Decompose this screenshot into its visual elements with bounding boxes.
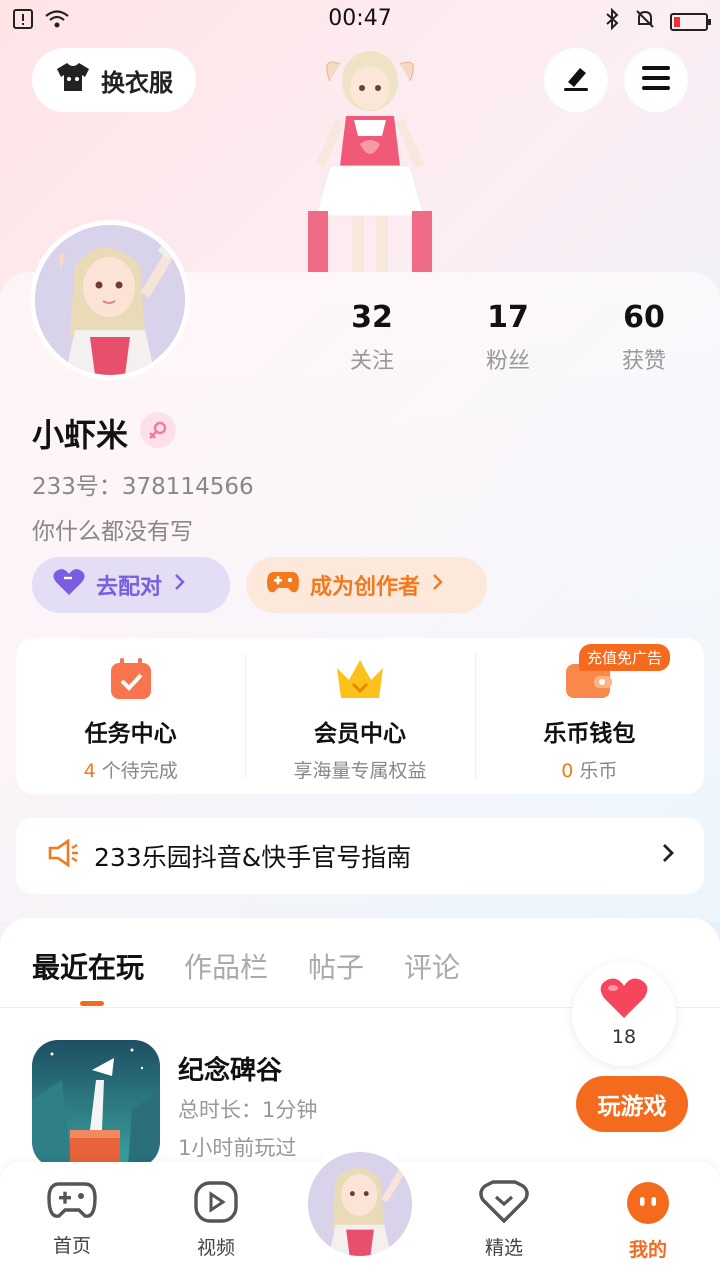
user-name: 小虾米 xyxy=(32,416,129,454)
like-count: 18 xyxy=(611,1026,637,1048)
stat-fans-count: 17 xyxy=(487,300,529,335)
stat-following-label: 关注 xyxy=(349,349,394,374)
announcement-text: 233乐园抖音&快手官号指南 xyxy=(94,843,412,872)
gamepad-icon xyxy=(47,1182,97,1227)
megaphone-icon xyxy=(46,838,80,874)
announcement-banner[interactable]: 233乐园抖音&快手官号指南 xyxy=(16,818,704,894)
nav-avatar xyxy=(308,1152,412,1256)
like-button[interactable]: 18 xyxy=(572,962,676,1066)
nav-featured-label: 精选 xyxy=(484,1237,523,1259)
stat-likes-count: 60 xyxy=(623,300,665,335)
nav-video[interactable]: 视频 xyxy=(166,1180,266,1260)
stat-likes[interactable]: 60 获赞 xyxy=(584,300,704,375)
crown-icon xyxy=(333,660,387,706)
match-label: 去配对 xyxy=(96,575,163,600)
task-center-title: 任务中心 xyxy=(84,721,177,747)
nav-video-label: 视频 xyxy=(196,1237,235,1259)
game-icon[interactable] xyxy=(32,1040,160,1168)
become-creator-button[interactable]: 成为创作者 xyxy=(246,557,487,613)
coin-wallet-title: 乐币钱包 xyxy=(543,721,636,747)
stat-fans-label: 粉丝 xyxy=(485,349,530,374)
task-center-entry[interactable]: 任务中心 4 个待完成 xyxy=(16,638,245,794)
coin-wallet-subtitle: 0 乐币 xyxy=(561,760,618,782)
mute-icon xyxy=(634,8,656,36)
user-bio: 你什么都没有写 xyxy=(32,519,193,545)
stat-following[interactable]: 32 关注 xyxy=(312,300,432,375)
change-outfit-button[interactable]: 换衣服 xyxy=(32,48,196,112)
chevron-right-icon xyxy=(430,572,444,598)
menu-button[interactable] xyxy=(624,48,688,112)
tab-recent-played[interactable]: 最近在玩 xyxy=(32,946,144,986)
user-id: 233号：378114566 xyxy=(32,474,254,500)
tab-works[interactable]: 作品栏 xyxy=(184,946,268,986)
heart-icon xyxy=(52,567,86,603)
calendar-check-icon xyxy=(108,658,154,706)
content-tabs: 最近在玩 作品栏 帖子 评论 xyxy=(32,946,460,986)
avatar[interactable] xyxy=(30,220,190,380)
battery-icon xyxy=(670,13,711,31)
stat-likes-label: 获赞 xyxy=(621,349,666,374)
change-outfit-label: 换衣服 xyxy=(101,68,173,97)
tshirt-icon xyxy=(55,61,91,99)
smile-face-icon xyxy=(625,1182,671,1231)
nav-featured[interactable]: 精选 xyxy=(454,1180,554,1260)
tab-comments[interactable]: 评论 xyxy=(404,946,460,986)
nav-home-label: 首页 xyxy=(52,1235,91,1257)
nav-mine[interactable]: 我的 xyxy=(598,1180,698,1262)
nav-mine-label: 我的 xyxy=(628,1239,667,1261)
game-title[interactable]: 纪念碑谷 xyxy=(178,1050,282,1087)
feature-panel: 任务中心 4 个待完成 会员中心 享海量专属权益 充值免广告 乐币钱包 0 乐币 xyxy=(16,638,704,794)
game-duration: 总时长：1分钟 xyxy=(178,1098,318,1122)
wallet-promo-badge: 充值免广告 xyxy=(578,644,670,671)
nav-home[interactable]: 首页 xyxy=(22,1180,122,1258)
match-button[interactable]: 去配对 xyxy=(32,557,230,613)
heart-box-icon xyxy=(479,1180,529,1229)
tab-posts[interactable]: 帖子 xyxy=(308,946,364,986)
chevron-right-icon xyxy=(660,841,676,871)
become-creator-label: 成为创作者 xyxy=(310,575,421,600)
bluetooth-icon xyxy=(604,7,620,36)
task-center-subtitle: 4 个待完成 xyxy=(83,760,178,782)
nav-avatar-button[interactable] xyxy=(302,1146,418,1262)
active-tab-indicator xyxy=(80,1001,104,1006)
gamepad-icon xyxy=(266,568,300,602)
stat-fans[interactable]: 17 粉丝 xyxy=(448,300,568,375)
edit-profile-button[interactable] xyxy=(544,48,608,112)
play-circle-icon xyxy=(193,1181,239,1229)
play-game-button[interactable]: 玩游戏 xyxy=(576,1076,688,1132)
game-last-played: 1小时前玩过 xyxy=(178,1136,297,1160)
female-icon xyxy=(140,412,176,448)
chevron-right-icon xyxy=(172,572,186,598)
hamburger-icon xyxy=(640,64,672,96)
stat-following-count: 32 xyxy=(351,300,393,335)
coin-wallet-entry[interactable]: 充值免广告 乐币钱包 0 乐币 xyxy=(474,638,704,794)
vip-center-subtitle: 享海量专属权益 xyxy=(293,760,427,782)
avatar-3d-figure[interactable] xyxy=(290,36,450,272)
pencil-icon xyxy=(560,62,592,98)
wallet-icon xyxy=(564,664,614,706)
status-bar: 00:47 xyxy=(0,0,720,40)
heart-icon xyxy=(599,978,649,1024)
vip-center-title: 会员中心 xyxy=(313,721,406,747)
vip-center-entry[interactable]: 会员中心 享海量专属权益 xyxy=(245,638,474,794)
